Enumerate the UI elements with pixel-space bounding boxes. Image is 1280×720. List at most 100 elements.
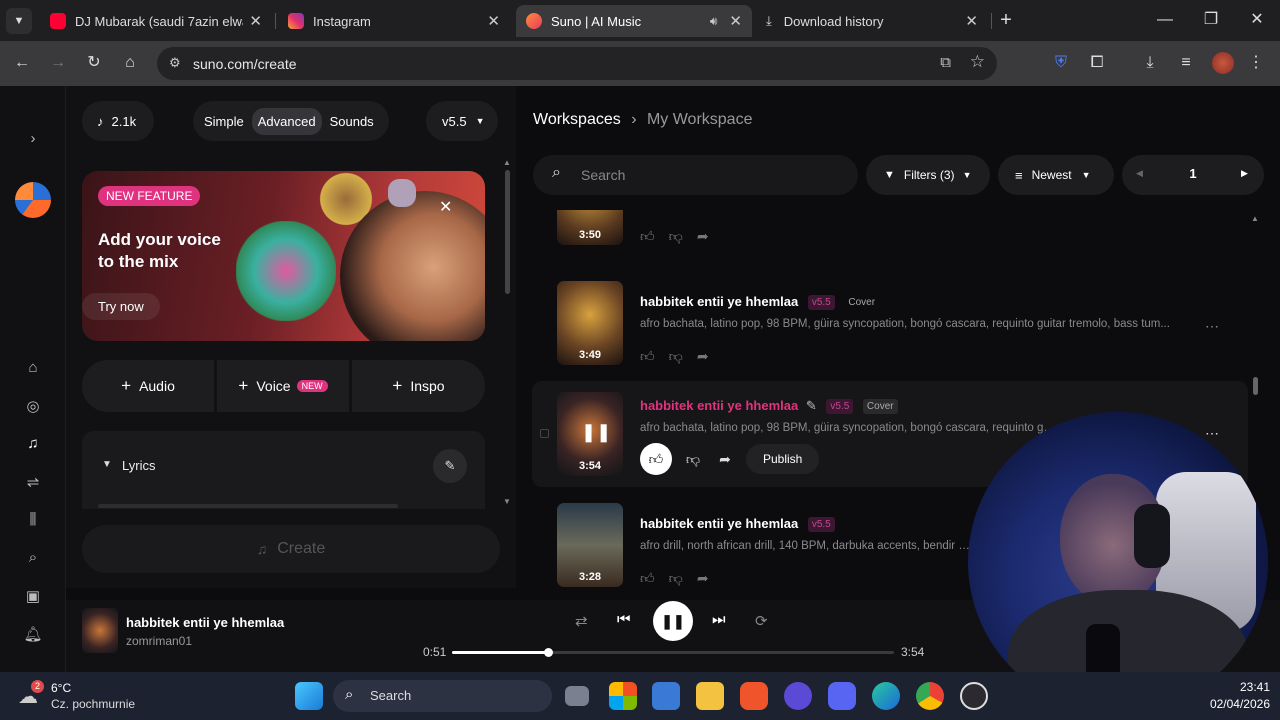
explore-compass-icon[interactable]: ◎ <box>23 397 43 415</box>
magic-wand-icon[interactable]: ✎ <box>433 449 467 483</box>
next-page-icon[interactable]: ▶ <box>1241 168 1248 179</box>
back-arrow-icon[interactable]: ← <box>9 50 35 76</box>
song-cover[interactable]: 3:50 <box>557 210 623 245</box>
browser-menu-icon[interactable]: ⋮ <box>1243 50 1269 76</box>
more-options-icon[interactable]: ⋯ <box>1205 425 1220 442</box>
prev-page-icon[interactable]: ◀ <box>1136 168 1143 179</box>
mode-simple[interactable]: Simple <box>198 108 250 135</box>
next-track-icon[interactable]: ⏭︎ <box>712 611 726 628</box>
workspace-scrollbar[interactable] <box>1253 377 1258 395</box>
thumbs-down-icon[interactable]: 👎︎ <box>669 348 683 365</box>
new-feature-banner[interactable]: NEW FEATURE Add your voice to the mix Tr… <box>82 171 485 341</box>
thumbs-up-icon[interactable]: 👍︎ <box>640 228 655 245</box>
home-icon[interactable]: ⌂ <box>117 50 143 76</box>
store-icon[interactable] <box>652 682 680 710</box>
song-title[interactable]: habbitek entii ye hhemlaa v5.5 <box>640 516 835 532</box>
share-arrow-icon[interactable]: ➦ <box>697 228 709 245</box>
lyrics-label[interactable]: Lyrics <box>122 458 155 473</box>
address-bar[interactable]: ⚙ suno.com/create ⧉ ☆ <box>157 47 997 80</box>
close-icon[interactable]: ✕ <box>249 12 262 30</box>
profile-avatar[interactable] <box>1212 52 1234 74</box>
close-window-button[interactable]: ✕ <box>1244 7 1270 33</box>
scroll-down-arrow[interactable]: ▼ <box>503 497 511 506</box>
extension-shield-icon[interactable]: ⛨ <box>1048 50 1074 76</box>
tab-search-chevron-icon[interactable]: ▼ <box>6 8 32 34</box>
share-arrow-icon[interactable]: ➦ <box>697 348 709 365</box>
song-cover[interactable]: 3:28 <box>557 503 623 587</box>
edge-icon[interactable] <box>872 682 900 710</box>
tab-youtube[interactable]: DJ Mubarak (saudi 7azin elwat) ✕ <box>40 5 272 37</box>
notifications-bell-icon[interactable]: 🔔︎ <box>23 625 43 643</box>
obs-icon[interactable] <box>960 682 988 710</box>
progress-track[interactable] <box>452 648 894 657</box>
breadcrumb-workspaces[interactable]: Workspaces <box>533 111 621 128</box>
chevron-down-icon[interactable]: ▼ <box>102 459 112 470</box>
speaker-icon[interactable]: 🔊︎ <box>710 14 718 29</box>
song-row[interactable]: 3:49 habbitek entii ye hhemlaa v5.5 Cove… <box>532 276 1248 382</box>
task-view-icon[interactable] <box>565 686 589 706</box>
file-explorer-icon[interactable] <box>696 682 724 710</box>
new-tab-button[interactable]: + <box>993 7 1019 33</box>
install-app-icon[interactable]: ⧉ <box>940 54 951 71</box>
more-options-icon[interactable]: ⋯ <box>1205 318 1220 335</box>
thumbs-up-icon[interactable]: 👍︎ <box>640 443 672 475</box>
repeat-icon[interactable]: ⟳ <box>755 612 768 630</box>
song-cover[interactable]: 3:49 <box>557 281 623 365</box>
suno-logo[interactable] <box>15 182 51 218</box>
thumbs-down-icon[interactable]: 👎︎ <box>682 451 704 468</box>
song-row[interactable]: 3:50 👍︎ 👎︎ ➦ ⋯ <box>532 210 1248 262</box>
close-icon[interactable]: ✕ <box>487 12 500 30</box>
inbox-icon[interactable]: ▣ <box>23 587 43 605</box>
thumbs-up-icon[interactable]: 👍︎ <box>640 348 655 365</box>
restore-button[interactable]: ❐ <box>1198 7 1224 33</box>
close-icon[interactable]: ✕ <box>729 12 742 30</box>
previous-track-icon[interactable]: ⏮︎ <box>617 611 631 628</box>
sort-button[interactable]: ≡ Newest ▼ <box>998 155 1114 195</box>
site-info-icon[interactable]: ⚙ <box>169 55 181 71</box>
create-button[interactable]: ♫ Create <box>82 525 500 573</box>
thumbs-down-icon[interactable]: 👎︎ <box>669 570 683 587</box>
share-arrow-icon[interactable]: ➦ <box>697 570 709 587</box>
thumbs-down-icon[interactable]: 👎︎ <box>669 228 683 245</box>
song-title[interactable]: habbitek entii ye hhemlaa ✎ v5.5 Cover <box>640 398 898 414</box>
pause-icon[interactable]: ❚❚ <box>581 422 611 443</box>
shuffle-icon[interactable]: ⇄ <box>575 612 588 630</box>
reload-icon[interactable]: ↻ <box>81 50 107 76</box>
mode-advanced[interactable]: Advanced <box>251 107 322 135</box>
share-arrow-icon[interactable]: ➦ <box>714 451 736 468</box>
close-icon[interactable]: ✕ <box>965 12 978 30</box>
search-box[interactable]: ⌕ Search <box>533 155 858 195</box>
version-select[interactable]: v5.5 ▼ <box>426 101 498 141</box>
scroll-up-arrow[interactable]: ▲ <box>1251 214 1259 223</box>
song-title[interactable]: habbitek entii ye hhemlaa v5.5 Cover <box>640 294 879 310</box>
create-music-icon[interactable]: ♫ <box>23 435 43 452</box>
filters-button[interactable]: ▼ Filters (3) ▼ <box>866 155 990 195</box>
player-title[interactable]: habbitek entii ye hhemlaa <box>126 615 284 630</box>
page-number[interactable]: 1 <box>1177 166 1209 181</box>
scroll-up-arrow[interactable]: ▲ <box>503 158 511 167</box>
taskbar-search[interactable]: ⌕ Search <box>333 680 552 712</box>
edit-pencil-icon[interactable]: ✎ <box>806 398 817 413</box>
try-now-button[interactable]: Try now <box>82 293 160 320</box>
add-voice-button[interactable]: + Voice NEW <box>217 360 349 412</box>
chrome-icon[interactable] <box>916 682 944 710</box>
breadcrumb-current[interactable]: My Workspace <box>647 111 753 128</box>
song-cover[interactable]: ❚❚ 3:54 <box>557 392 623 476</box>
widgets-icon[interactable] <box>609 682 637 710</box>
minimize-button[interactable]: — <box>1152 7 1178 33</box>
app-icon[interactable] <box>784 682 812 710</box>
player-cover[interactable] <box>82 608 118 653</box>
add-audio-button[interactable]: + Audio <box>82 360 214 412</box>
publish-button[interactable]: Publish <box>746 444 820 474</box>
pause-button[interactable]: ❚❚ <box>653 601 693 641</box>
progress-handle[interactable] <box>544 648 554 657</box>
extensions-puzzle-icon[interactable]: ⧠ <box>1084 50 1110 76</box>
player-artist[interactable]: zomriman01 <box>126 634 192 648</box>
weather-widget[interactable]: ☁ 2 6°C Cz. pochmurnie <box>18 680 158 714</box>
expand-sidebar-icon[interactable]: › <box>23 130 43 147</box>
media-controls-icon[interactable]: ≡ <box>1173 50 1199 76</box>
forward-arrow-icon[interactable]: → <box>45 50 71 76</box>
add-inspo-button[interactable]: + Inspo <box>352 360 485 412</box>
home-icon[interactable]: ⌂ <box>23 359 43 376</box>
close-banner-icon[interactable]: ✕ <box>439 197 452 217</box>
